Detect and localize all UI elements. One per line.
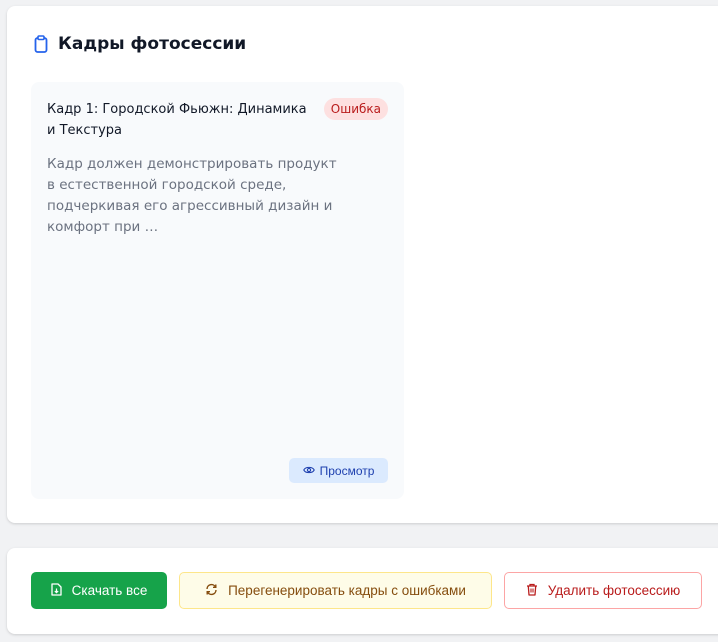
eye-icon [302, 464, 315, 478]
clipboard-icon [34, 35, 48, 53]
download-all-label: Скачать все [71, 583, 148, 598]
status-badge: Ошибка [323, 98, 388, 120]
refresh-icon [205, 583, 218, 599]
view-button-label: Просмотр [319, 463, 375, 478]
delete-photoshoot-button[interactable]: Удалить фотосессию [504, 572, 702, 609]
panel-header: Кадры фотосессии [34, 34, 246, 54]
delete-photoshoot-label: Удалить фотосессию [547, 583, 681, 598]
download-file-icon [51, 582, 62, 599]
shot-card: Кадр 1: Городской Фьюжн: Динамика и Текс… [31, 82, 404, 499]
shots-panel: Кадры фотосессии Кадр 1: Городской Фьюжн… [7, 6, 718, 523]
actions-bar: Скачать все Перегенерировать кадры с оши… [7, 548, 718, 634]
regenerate-label: Перегенерировать кадры с ошибками [228, 583, 466, 598]
shot-card-description: Кадр должен демонстрировать продукт в ес… [47, 156, 337, 235]
view-button[interactable]: Просмотр [289, 458, 388, 483]
regenerate-button[interactable]: Перегенерировать кадры с ошибками [179, 572, 492, 609]
shot-card-title: Кадр 1: Городской Фьюжн: Динамика и Текс… [47, 102, 307, 138]
page-title: Кадры фотосессии [58, 34, 247, 54]
download-all-button[interactable]: Скачать все [31, 572, 167, 609]
trash-icon [526, 583, 538, 599]
